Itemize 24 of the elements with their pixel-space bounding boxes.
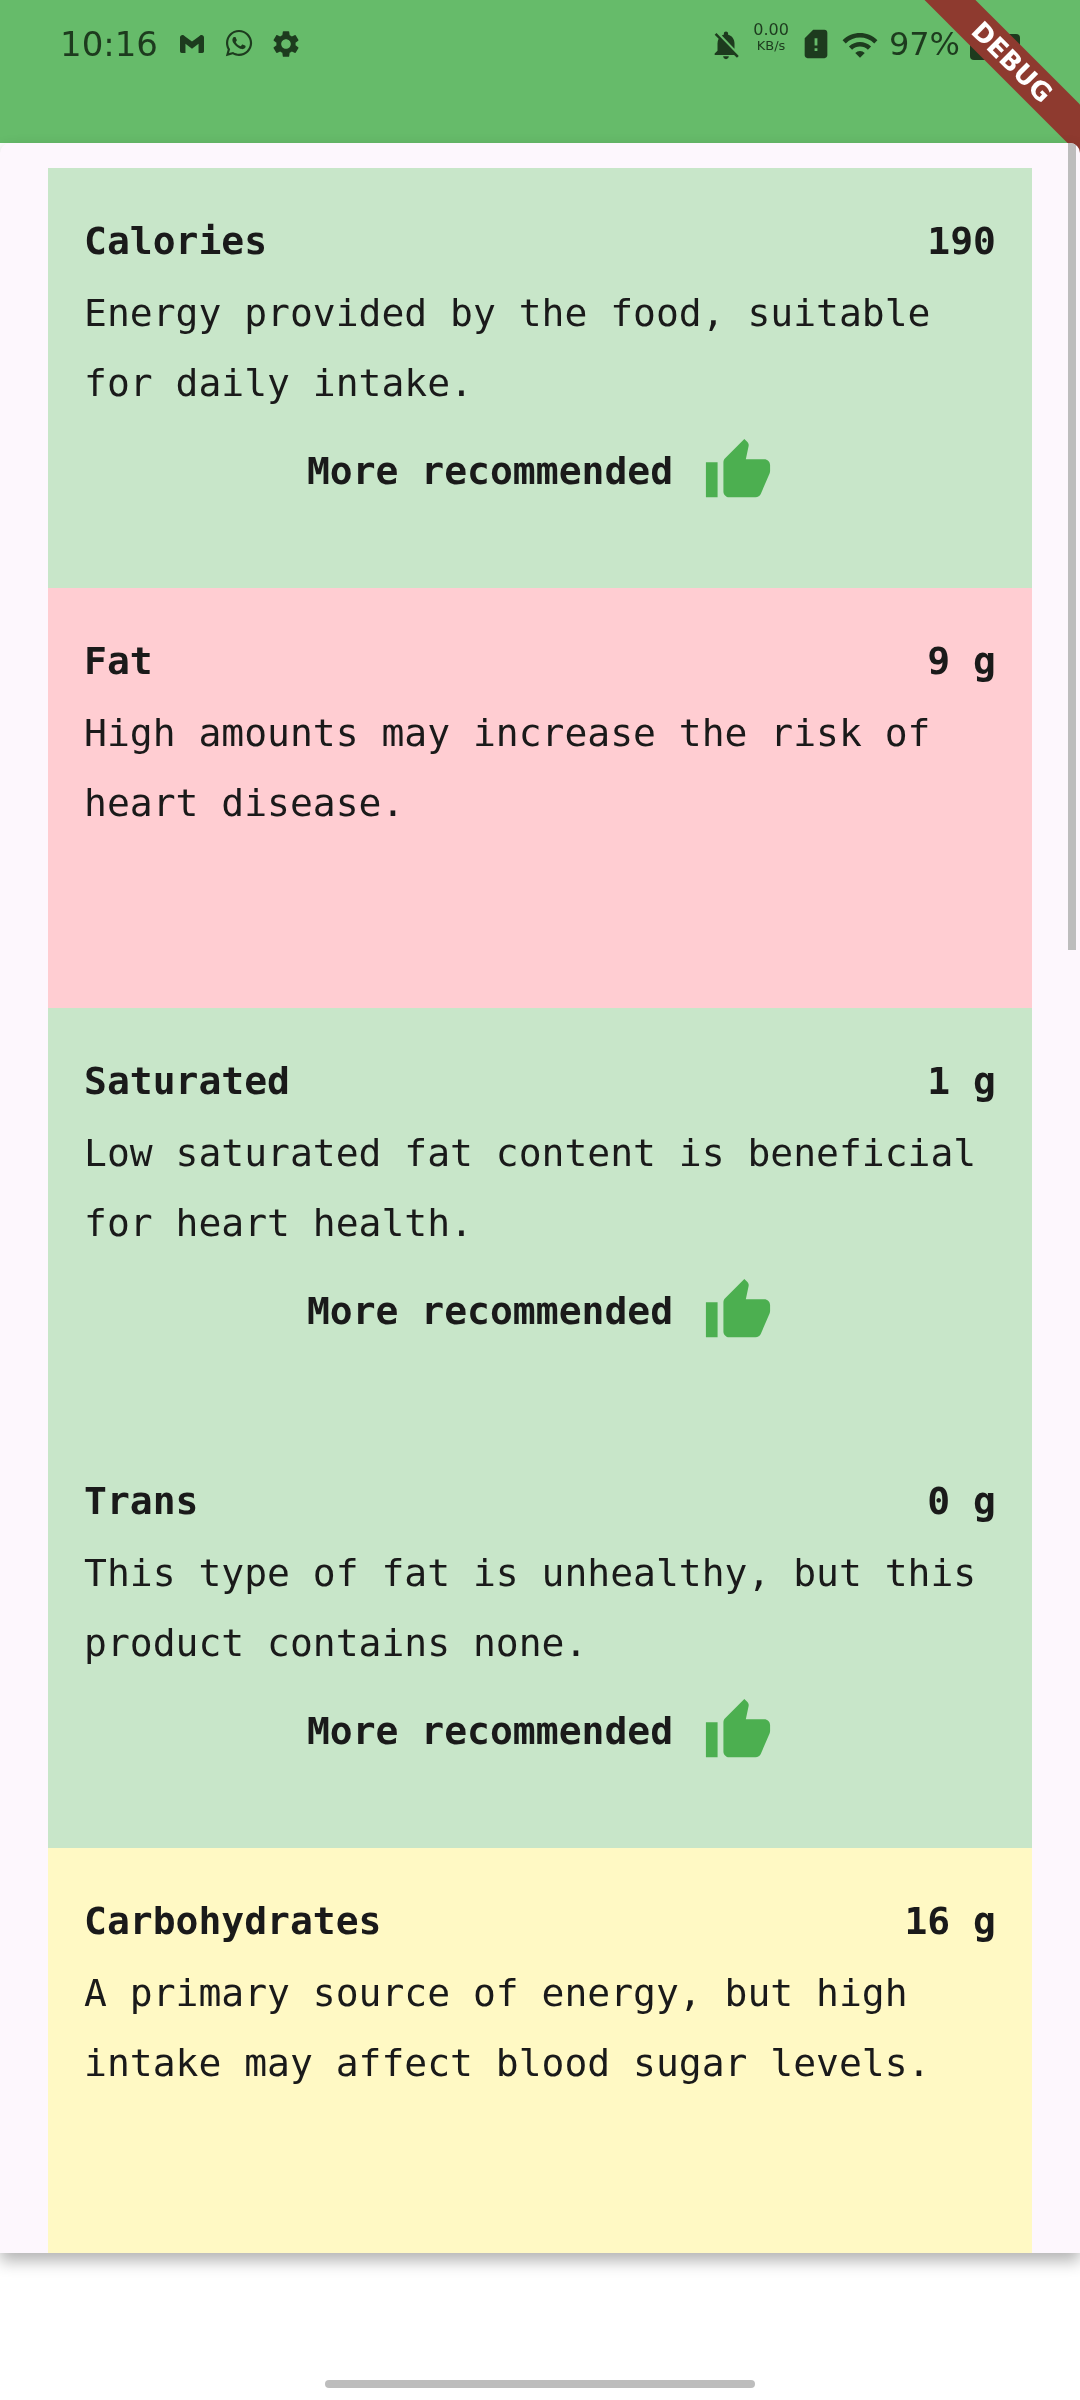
nutrient-description: Energy provided by the food, suitable for daily intake. <box>84 290 932 407</box>
nutrient-description: A primary source of energy, but high intake may affect blood sugar levels. <box>84 1970 932 2087</box>
network-speed: 0.00 <box>753 22 789 38</box>
nutrient-description: This type of fat is unhealthy, but this product contains none. <box>84 1550 978 1667</box>
nutrient-name: Saturated <box>84 1058 290 1105</box>
nutrient-amount: 190 <box>927 218 996 265</box>
recommendation-label: More recommended <box>306 1288 673 1335</box>
recommendation-label: More recommended <box>306 448 673 495</box>
nutrient-name: Calories <box>84 218 268 265</box>
nutrient-amount: 9 g <box>927 638 996 685</box>
nutrient-name: Carbohydrates <box>84 1898 382 1945</box>
battery-percent: 97% <box>888 24 960 65</box>
chat-icon <box>224 28 254 58</box>
mail-icon <box>178 32 206 56</box>
nutrient-amount: 0 g <box>927 1478 996 1525</box>
nutrient-name: Fat <box>84 638 153 685</box>
nutrient-name: Trans <box>84 1478 199 1525</box>
nutrient-description: High amounts may increase the risk of heart disease. <box>84 710 932 827</box>
network-unit: KB/s <box>756 38 786 54</box>
nutrient-description: Low saturated fat content is beneficial for heart health. <box>84 1130 978 1247</box>
recommendation-label: More recommended <box>306 1708 673 1755</box>
clock: 10:16 <box>60 23 158 66</box>
nutrient-amount: 16 g <box>904 1898 996 1945</box>
nutrient-amount: 1 g <box>927 1058 996 1105</box>
